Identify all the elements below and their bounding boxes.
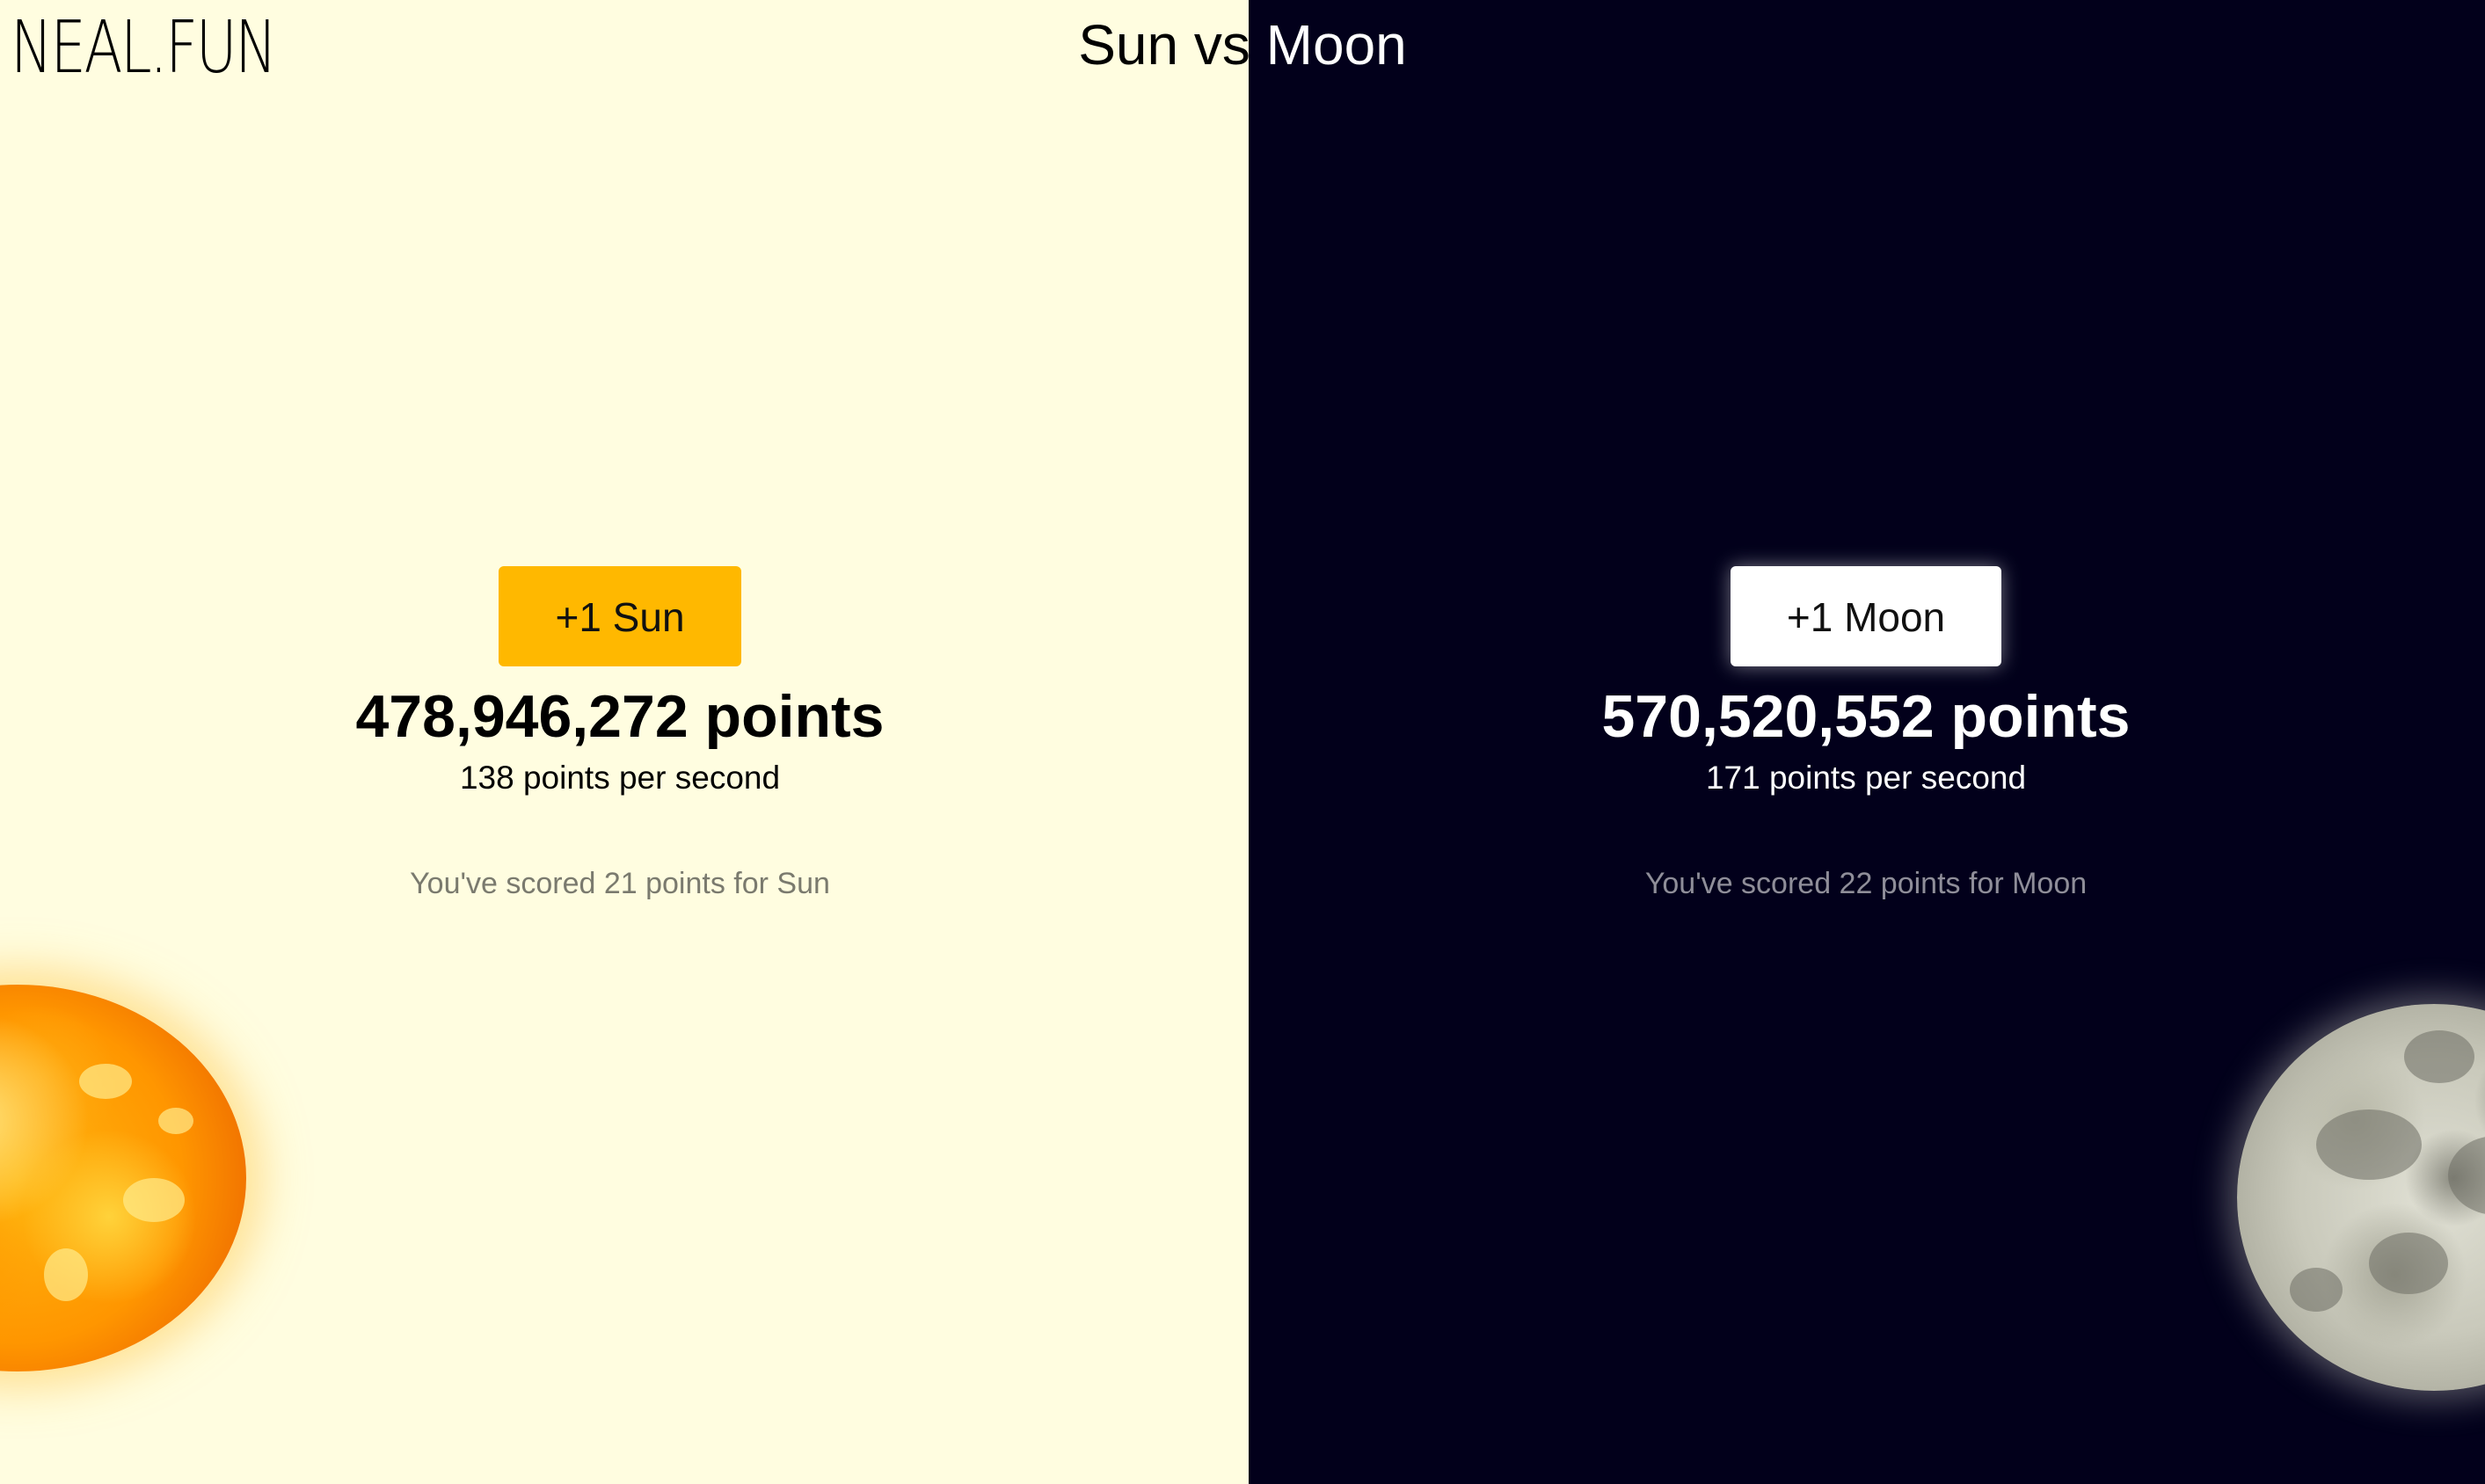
sun-points: 478,946,272 points [355, 683, 885, 750]
sun-image-icon [0, 985, 246, 1371]
page-title-overlay: Sun vs Moon [1249, 13, 1407, 76]
moon-image-icon [2237, 1004, 2485, 1391]
plus-one-sun-button[interactable]: +1 Sun [499, 566, 741, 666]
page: NEAL.FUN Sun vs Moon Sun vs Moon +1 Sun … [0, 0, 2485, 1484]
moon-points: 570,520,552 points [1601, 683, 2131, 750]
sun-column: +1 Sun 478,946,272 points 138 points per… [180, 566, 1060, 902]
title-light-part: Sun vs Moon [1249, 0, 2485, 123]
sun-my-score: You've scored 21 points for Sun [410, 867, 830, 901]
title-dark-part: Sun vs Moon [0, 0, 1249, 123]
moon-column: +1 Moon 570,520,552 points 171 points pe… [1426, 566, 2306, 902]
plus-one-moon-button[interactable]: +1 Moon [1731, 566, 2001, 666]
moon-points-per-second: 171 points per second [1705, 759, 2027, 796]
page-title: Sun vs Moon [1078, 13, 1249, 76]
moon-my-score: You've scored 22 points for Moon [1644, 867, 2088, 901]
sun-points-per-second: 138 points per second [459, 759, 781, 796]
